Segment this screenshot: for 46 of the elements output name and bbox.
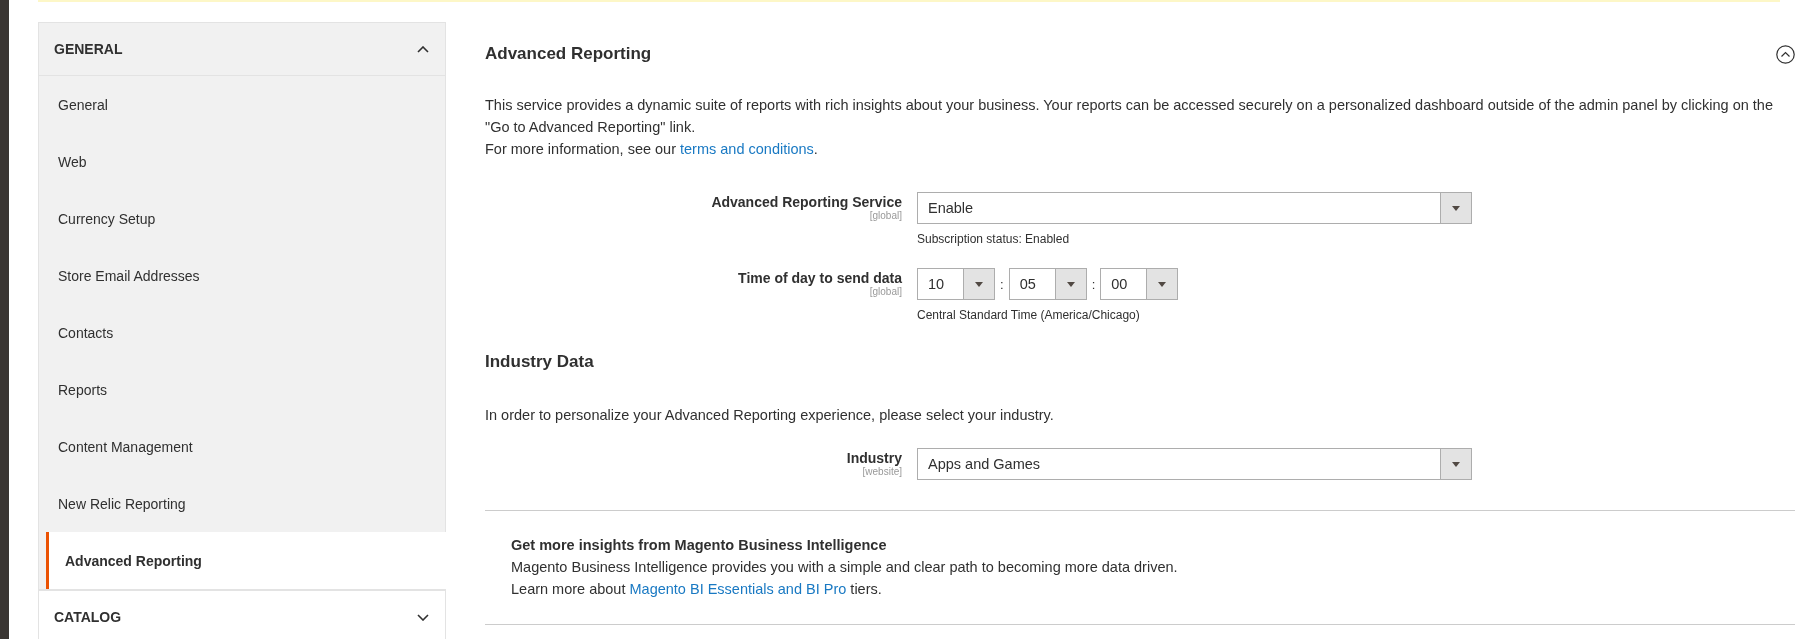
sidebar-item[interactable]: Currency Setup — [39, 190, 445, 247]
section-title: Industry Data — [485, 352, 595, 372]
scope-label: [website] — [862, 466, 902, 477]
group-title: CATALOG — [54, 609, 122, 625]
section-title: Advanced Reporting — [485, 44, 652, 64]
time-separator: : — [1091, 276, 1096, 292]
info-text: For more information, see our terms and conditions. — [485, 140, 819, 159]
scope-label: [global] — [869, 286, 902, 297]
select-field[interactable]: Enable — [917, 192, 1472, 224]
field-label: Advanced Reporting Service — [711, 194, 902, 210]
field-label: Time of day to send data — [738, 270, 902, 286]
caret-icon — [1066, 281, 1075, 287]
caret-icon — [975, 281, 983, 287]
group-header[interactable]: CATALOG — [38, 590, 446, 639]
sidebar-item[interactable]: Contacts — [39, 304, 445, 361]
promo-text: Magento Business Intelligence provides you with a simple and clear path to becoming more data driven. — [511, 558, 1179, 577]
sidebar-item[interactable]: General — [39, 76, 445, 133]
collapse-icon[interactable] — [1776, 44, 1795, 64]
group-header[interactable]: GENERAL — [38, 22, 446, 76]
promo-more-text: Learn more about Magento BI Essentials and BI Pro tiers. — [511, 580, 883, 599]
caret-icon — [1452, 205, 1460, 211]
sidebar-item[interactable]: Store Email Addresses — [39, 247, 445, 304]
sidebar-item[interactable]: New Relic Reporting — [39, 475, 445, 532]
chevron-down-icon — [417, 613, 429, 621]
time-select[interactable]: 05 — [1008, 268, 1087, 300]
sidebar-item[interactable]: Advanced Reporting — [46, 532, 446, 589]
time-select[interactable]: 00 — [1100, 268, 1179, 300]
description-text: This service provides a dynamic suite of reports with rich insights about your business. Your reports can be accessed securely on a personalized dashboard outside of the admin panel by clicking on the "Go to Advanced Reporting" link. — [485, 96, 1774, 137]
industry-text: In order to personalize your Advanced Reporting experience, please select your industry. — [485, 406, 1055, 425]
time-select[interactable]: 10 — [917, 268, 995, 300]
bi-link[interactable]: Magento BI Essentials and BI Pro — [629, 581, 847, 597]
sidebar-item[interactable]: Content Management — [39, 418, 445, 475]
field-label: Industry — [846, 450, 902, 466]
sidebar-item[interactable]: Web — [39, 133, 445, 190]
field-note: Central Standard Time (America/Chicago) — [917, 308, 1141, 322]
caret-icon — [1158, 281, 1167, 287]
group-title: GENERAL — [54, 41, 123, 57]
time-separator: : — [1000, 276, 1004, 292]
terms-link[interactable]: terms and conditions — [680, 141, 814, 157]
sidebar-item[interactable]: Reports — [39, 361, 445, 418]
promo-title: Get more insights from Magento Business Intelligence — [511, 537, 888, 553]
chevron-up-icon — [417, 45, 429, 53]
field-note: Subscription status: Enabled — [917, 232, 1071, 246]
caret-icon — [1452, 461, 1460, 467]
scope-label: [global] — [869, 210, 902, 221]
select-field[interactable]: Apps and Games — [917, 448, 1472, 480]
